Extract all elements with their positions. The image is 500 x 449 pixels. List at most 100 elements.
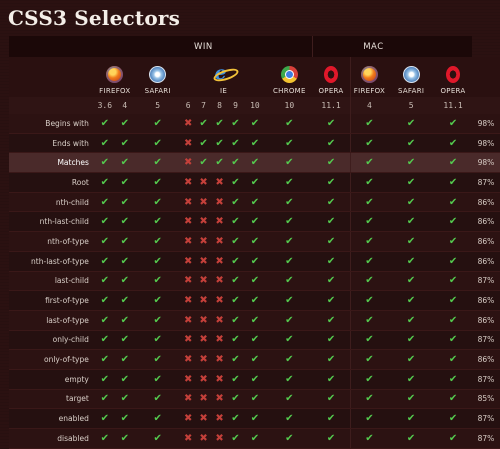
version-label: 4: [349, 97, 389, 114]
supported-icon: ✔: [365, 295, 374, 307]
feature-name: target: [9, 389, 95, 410]
supported-icon: ✔: [285, 176, 294, 188]
support-percent: 86%: [471, 192, 500, 213]
supported-icon: ✔: [250, 393, 260, 405]
version-label: 7: [195, 97, 212, 114]
supported-icon: ✔: [326, 137, 336, 149]
unsupported-icon: ✖: [199, 275, 208, 287]
supported-icon: ✔: [326, 157, 336, 169]
supported-icon: ✔: [250, 255, 260, 267]
support-percent: 98%: [471, 133, 500, 154]
supported-icon: ✔: [285, 413, 294, 425]
support-percent: 87%: [471, 271, 500, 292]
support-cell: ✔: [312, 369, 351, 390]
supported-icon: ✔: [120, 216, 129, 228]
support-cell: ✔: [243, 369, 267, 390]
supported-icon: ✔: [120, 157, 129, 169]
support-cell: ✔: [114, 290, 135, 311]
support-cell: ✔: [134, 290, 181, 311]
supported-icon: ✔: [100, 157, 110, 169]
support-cell: ✔: [94, 251, 115, 272]
support-cell: ✔: [114, 310, 135, 331]
support-cell: ✔: [114, 172, 135, 193]
supported-icon: ✔: [231, 216, 240, 228]
support-cell: ✔: [312, 114, 351, 134]
support-cell: ✖: [211, 408, 228, 429]
support-cell: ✔: [266, 389, 313, 410]
platform-header-spacer-right: [434, 36, 472, 57]
support-cell: ✖: [195, 271, 212, 292]
supported-icon: ✔: [406, 354, 416, 366]
version-label: 9: [227, 97, 244, 114]
supported-icon: ✔: [120, 196, 129, 208]
supported-icon: ✔: [153, 314, 162, 326]
supported-icon: ✔: [250, 157, 260, 169]
supported-icon: ✔: [406, 413, 416, 425]
supported-icon: ✔: [120, 295, 129, 307]
table-row: nth-last-child ✔ ✔ ✔ ✖ ✖ ✖ ✔ ✔ ✔ ✔ ✔ ✔ ✔ 86%: [9, 211, 500, 233]
support-cell: ✔: [134, 389, 181, 410]
support-cell: ✔: [266, 172, 313, 193]
supported-icon: ✔: [250, 432, 260, 444]
supported-icon: ✔: [250, 295, 260, 307]
support-cell: ✔: [227, 172, 244, 193]
supported-icon: ✔: [406, 373, 416, 385]
supported-icon: ✔: [250, 334, 260, 346]
support-cell: ✔: [114, 152, 135, 174]
supported-icon: ✔: [406, 275, 416, 287]
support-cell: ✔: [94, 114, 115, 134]
supported-icon: ✔: [326, 235, 336, 247]
platform-header-row: WIN MAC: [9, 36, 500, 57]
support-cell: ✔: [134, 408, 181, 429]
supported-icon: ✔: [326, 354, 336, 366]
support-cell: ✔: [227, 271, 244, 292]
support-cell: ✔: [94, 330, 115, 351]
support-cell: ✔: [134, 211, 181, 233]
supported-icon: ✔: [153, 157, 162, 169]
supported-icon: ✔: [326, 393, 336, 405]
support-cell: ✔: [434, 369, 472, 390]
support-cell: ✔: [227, 408, 244, 429]
support-cell: ✔: [114, 408, 135, 429]
supported-icon: ✔: [231, 117, 240, 129]
support-cell: ✔: [349, 310, 389, 331]
support-cell: ✖: [180, 211, 196, 233]
support-cell: ✔: [312, 192, 351, 213]
support-cell: ✔: [312, 310, 351, 331]
support-cell: ✔: [349, 172, 389, 193]
support-cell: ✔: [94, 369, 115, 390]
supported-icon: ✔: [153, 373, 162, 385]
support-cell: ✔: [312, 251, 351, 272]
unsupported-icon: ✖: [215, 373, 224, 385]
unsupported-icon: ✖: [199, 373, 208, 385]
version-label: 6: [180, 97, 196, 114]
supported-icon: ✔: [120, 176, 129, 188]
support-cell: ✖: [195, 192, 212, 213]
supported-icon: ✔: [120, 432, 129, 444]
opera-icon: [446, 66, 460, 83]
feature-name: last-of-type: [9, 310, 95, 331]
supported-icon: ✔: [250, 413, 260, 425]
ie-icon: e: [214, 63, 234, 83]
support-cell: ✔: [349, 192, 389, 213]
support-cell: ✔: [134, 428, 181, 449]
supported-icon: ✔: [448, 117, 458, 129]
table-row: Root ✔ ✔ ✔ ✖ ✖ ✖ ✔ ✔ ✔ ✔ ✔ ✔ ✔ 87%: [9, 172, 500, 193]
support-cell: ✔: [434, 428, 472, 449]
support-cell: ✖: [195, 172, 212, 193]
supported-icon: ✔: [326, 117, 336, 129]
support-cell: ✔: [211, 133, 228, 154]
support-cell: ✔: [349, 251, 389, 272]
feature-name: Begins with: [9, 114, 95, 134]
supported-icon: ✔: [231, 176, 240, 188]
table-row: empty ✔ ✔ ✔ ✖ ✖ ✖ ✔ ✔ ✔ ✔ ✔ ✔ ✔ 87%: [9, 369, 500, 390]
feature-name: empty: [9, 369, 95, 390]
support-cell: ✔: [134, 192, 181, 213]
support-cell: ✔: [388, 290, 435, 311]
table-row: only-child ✔ ✔ ✔ ✖ ✖ ✖ ✔ ✔ ✔ ✔ ✔ ✔ ✔ 87%: [9, 330, 500, 351]
support-cell: ✔: [94, 290, 115, 311]
version-label: 5: [134, 97, 181, 114]
support-cell: ✔: [312, 211, 351, 233]
unsupported-icon: ✖: [215, 334, 224, 346]
support-cell: ✔: [94, 389, 115, 410]
